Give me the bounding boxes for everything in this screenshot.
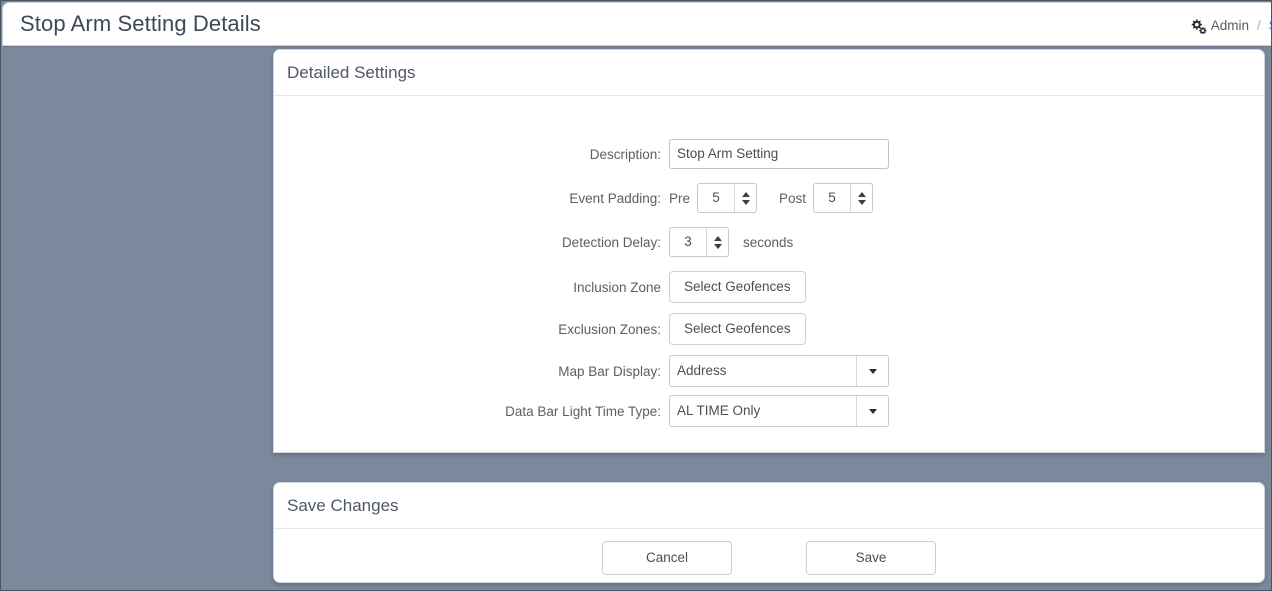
save-button[interactable]: Save <box>806 541 936 575</box>
detailed-settings-panel: Detailed Settings Description: Stop Arm … <box>273 49 1265 453</box>
detailed-settings-form: Description: Stop Arm Setting Event Padd… <box>274 96 1264 427</box>
map-bar-display-label: Map Bar Display: <box>558 363 661 379</box>
map-bar-display-value: Address <box>677 363 727 378</box>
detection-delay-stepper-buttons[interactable] <box>706 228 728 256</box>
map-bar-display-select[interactable]: Address <box>669 355 889 387</box>
form-row-data-bar-light-time-type: Data Bar Light Time Type: AL TIME Only <box>274 395 1264 427</box>
save-changes-actions: Cancel Save <box>274 529 1264 575</box>
admin-label[interactable]: Admin <box>1211 18 1249 33</box>
breadcrumb: Admin / Sto <box>1190 3 1271 47</box>
event-padding-pre-value[interactable]: 5 <box>698 184 734 212</box>
event-padding-pre-stepper[interactable]: 5 <box>697 183 758 213</box>
event-padding-post-value[interactable]: 5 <box>814 184 850 212</box>
breadcrumb-separator: / <box>1256 17 1261 33</box>
form-row-inclusion-zone: Inclusion Zone Select Geofences <box>274 271 1264 303</box>
page-title: Stop Arm Setting Details <box>20 11 261 36</box>
caret-up-icon[interactable] <box>713 235 722 241</box>
detailed-settings-title: Detailed Settings <box>287 62 416 82</box>
save-changes-panel: Save Changes Cancel Save <box>273 482 1265 583</box>
caret-down-icon[interactable] <box>741 199 750 205</box>
form-row-event-padding: Event Padding: Pre 5 Post 5 <box>274 183 1264 213</box>
form-row-exclusion-zones: Exclusion Zones: Select Geofences <box>274 313 1264 345</box>
inclusion-zone-select-geofences-button[interactable]: Select Geofences <box>669 271 806 303</box>
data-bar-light-time-type-select[interactable]: AL TIME Only <box>669 395 889 427</box>
detection-delay-unit: seconds <box>743 234 794 250</box>
description-label: Description: <box>589 146 661 162</box>
inclusion-zone-label: Inclusion Zone <box>573 279 661 295</box>
save-changes-header: Save Changes <box>274 483 1264 529</box>
form-row-map-bar-display: Map Bar Display: Address <box>274 355 1264 387</box>
save-changes-title: Save Changes <box>287 495 399 515</box>
exclusion-zones-select-geofences-button[interactable]: Select Geofences <box>669 313 806 345</box>
form-row-description: Description: Stop Arm Setting <box>274 139 1264 169</box>
detection-delay-label: Detection Delay: <box>561 234 661 250</box>
caret-down-icon[interactable] <box>713 243 722 249</box>
cancel-button[interactable]: Cancel <box>602 541 732 575</box>
caret-up-icon[interactable] <box>741 191 750 197</box>
event-padding-post-stepper-buttons[interactable] <box>850 184 872 212</box>
caret-down-icon[interactable] <box>857 199 866 205</box>
data-bar-light-time-type-label: Data Bar Light Time Type: <box>505 403 661 419</box>
description-input[interactable]: Stop Arm Setting <box>669 139 889 169</box>
app-viewport: Stop Arm Setting Details Admin / Sto Det… <box>0 0 1272 591</box>
form-row-detection-delay: Detection Delay: 3 seconds <box>274 227 1264 257</box>
chevron-down-icon[interactable] <box>856 396 888 426</box>
data-bar-light-time-type-value: AL TIME Only <box>677 403 761 418</box>
caret-down-glyph <box>868 368 877 374</box>
caret-down-glyph <box>868 408 877 414</box>
exclusion-zones-label: Exclusion Zones: <box>558 321 661 337</box>
cogs-icon <box>1190 19 1207 34</box>
caret-up-icon[interactable] <box>857 191 866 197</box>
event-padding-pre-stepper-buttons[interactable] <box>734 184 756 212</box>
event-padding-pre-label: Pre <box>669 190 691 206</box>
detection-delay-stepper[interactable]: 3 <box>669 227 729 257</box>
chevron-down-icon[interactable] <box>856 356 888 386</box>
event-padding-label: Event Padding: <box>569 190 661 206</box>
event-padding-post-label: Post <box>779 190 807 206</box>
page-header-bar: Stop Arm Setting Details Admin / Sto <box>2 2 1271 47</box>
detection-delay-value[interactable]: 3 <box>670 228 706 256</box>
event-padding-post-stepper[interactable]: 5 <box>813 183 874 213</box>
detailed-settings-header: Detailed Settings <box>274 50 1264 96</box>
